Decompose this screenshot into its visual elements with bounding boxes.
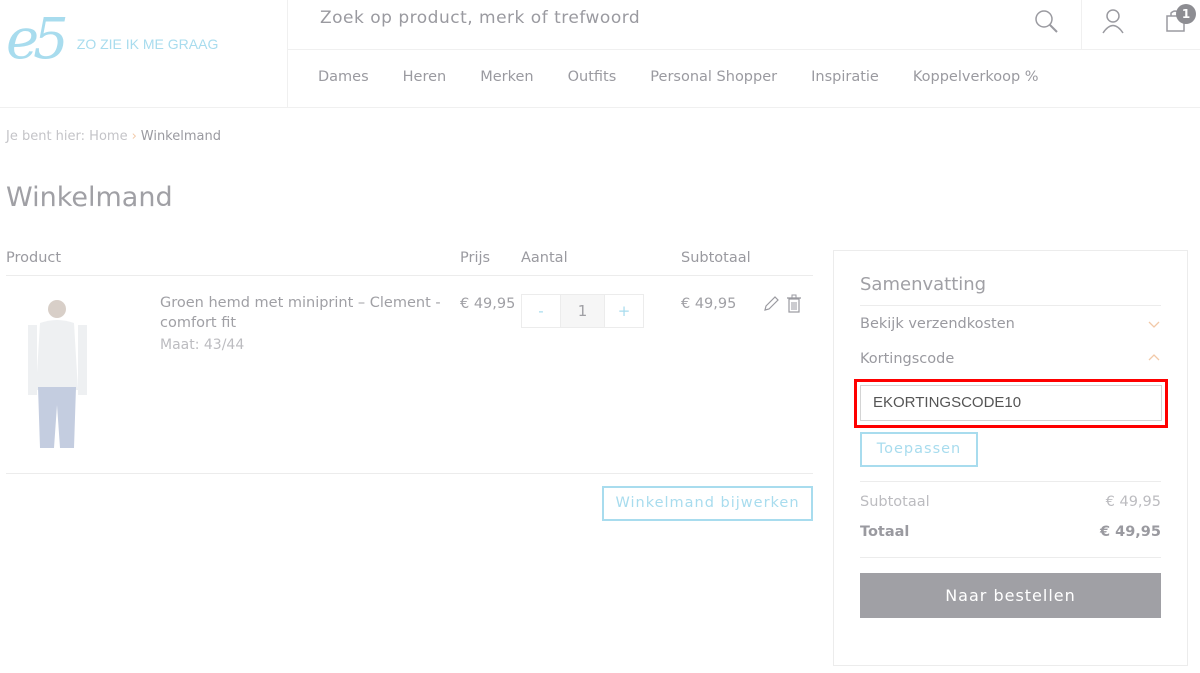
subtotal-value: € 49,95: [1105, 494, 1161, 510]
nav-koppelverkoop[interactable]: Koppelverkoop %: [913, 69, 1039, 85]
main-nav: Dames Heren Merken Outfits Personal Shop…: [318, 69, 1039, 85]
column-price: Prijs: [460, 250, 491, 266]
checkout-button[interactable]: Naar bestellen: [860, 573, 1161, 618]
chevron-up-icon[interactable]: [1148, 352, 1160, 364]
total-label: Totaal: [860, 524, 910, 540]
divider: [287, 0, 288, 108]
shipping-costs-toggle[interactable]: Bekijk verzendkosten: [860, 316, 1015, 332]
search-input[interactable]: Zoek op product, merk of trefwoord: [320, 8, 640, 28]
decrease-qty-button[interactable]: -: [522, 295, 560, 327]
search-icon[interactable]: [1033, 8, 1059, 34]
divider: [6, 473, 813, 474]
nav-outfits[interactable]: Outfits: [568, 69, 617, 85]
breadcrumb-prefix: Je bent hier:: [6, 129, 86, 144]
total-value: € 49,95: [1099, 524, 1161, 540]
quantity-input[interactable]: 1: [560, 295, 605, 327]
product-image[interactable]: [20, 295, 95, 448]
page-title: Winkelmand: [6, 182, 173, 213]
trash-icon[interactable]: [786, 294, 802, 314]
product-size: Maat: 43/44: [160, 337, 245, 353]
nav-heren[interactable]: Heren: [403, 69, 447, 85]
divider: [288, 49, 1200, 50]
breadcrumb-home[interactable]: Home: [89, 129, 127, 144]
cart-count-badge: 1: [1176, 4, 1196, 24]
coupon-code-input[interactable]: EKORTINGSCODE10: [860, 385, 1162, 421]
breadcrumb-current: Winkelmand: [140, 129, 221, 144]
logo[interactable]: e5 ZO ZIE IK ME GRAAG: [6, 10, 218, 70]
quantity-stepper: - 1 +: [521, 294, 644, 328]
divider: [860, 481, 1161, 482]
chevron-down-icon[interactable]: [1148, 318, 1160, 330]
column-product: Product: [6, 250, 62, 266]
logo-slogan: ZO ZIE IK ME GRAAG: [76, 36, 219, 52]
logo-mark: e5: [6, 7, 69, 72]
coupon-toggle[interactable]: Kortingscode: [860, 351, 954, 367]
site-header: e5 ZO ZIE IK ME GRAAG Zoek op product, m…: [0, 0, 1200, 108]
product-price: € 49,95: [460, 296, 516, 312]
chevron-right-icon: ›: [131, 129, 137, 144]
nav-merken[interactable]: Merken: [480, 69, 533, 85]
nav-personal-shopper[interactable]: Personal Shopper: [650, 69, 777, 85]
nav-dames[interactable]: Dames: [318, 69, 369, 85]
edit-pencil-icon[interactable]: [762, 295, 780, 313]
breadcrumb: Je bent hier: Home › Winkelmand: [6, 129, 221, 144]
product-subtotal: € 49,95: [681, 296, 737, 312]
column-qty: Aantal: [521, 250, 568, 266]
update-cart-button[interactable]: Winkelmand bijwerken: [602, 486, 813, 521]
summary-title: Samenvatting: [860, 274, 987, 295]
apply-coupon-button[interactable]: Toepassen: [860, 432, 978, 467]
nav-inspiratie[interactable]: Inspiratie: [811, 69, 879, 85]
divider: [6, 275, 813, 276]
product-name[interactable]: Groen hemd met miniprint – Clement - com…: [160, 293, 450, 333]
divider: [860, 557, 1161, 558]
user-icon[interactable]: [1101, 8, 1125, 34]
subtotal-label: Subtotaal: [860, 494, 930, 510]
divider: [860, 305, 1161, 306]
divider: [1081, 0, 1082, 49]
column-subtotal: Subtotaal: [681, 250, 751, 266]
increase-qty-button[interactable]: +: [605, 295, 643, 327]
